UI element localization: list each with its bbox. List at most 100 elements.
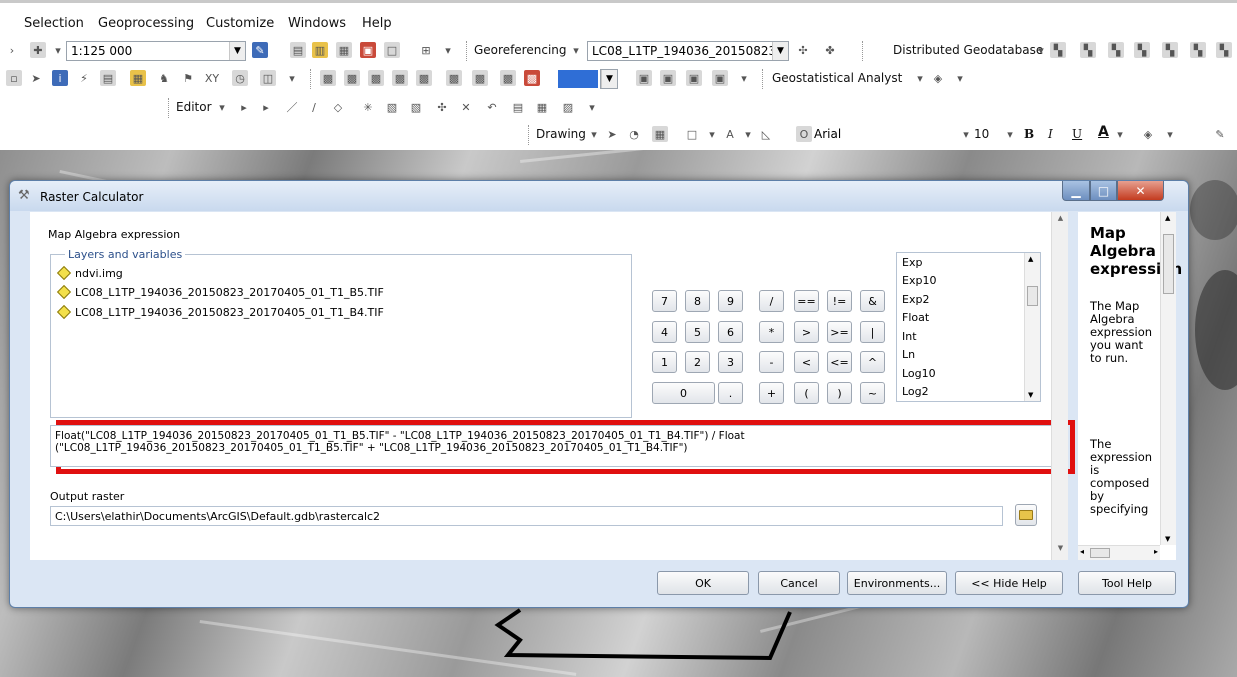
- scroll-up-icon[interactable]: ▲: [1028, 255, 1033, 263]
- select-elements-icon[interactable]: ➤: [604, 126, 620, 142]
- clear-selection-icon[interactable]: ▫: [6, 70, 22, 86]
- menu-selection[interactable]: Selection: [24, 16, 84, 31]
- help-horizontal-scrollbar[interactable]: ◂ ▸: [1078, 545, 1160, 560]
- maximize-button[interactable]: □: [1090, 181, 1117, 201]
- chevron-down-icon[interactable]: ▾: [704, 126, 720, 142]
- key-or[interactable]: |: [860, 321, 885, 343]
- parameters-scrollbar[interactable]: ▲ ▼: [1051, 212, 1068, 560]
- undo-icon[interactable]: ↶: [484, 99, 500, 115]
- flicker-icon[interactable]: ▩: [368, 70, 384, 86]
- map-algebra-expression-input[interactable]: Float("LC08_L1TP_194036_20150823_2017040…: [50, 425, 1054, 467]
- scroll-down-icon[interactable]: ▼: [1028, 391, 1033, 399]
- key-plus[interactable]: +: [759, 382, 784, 404]
- find-icon[interactable]: ♞: [156, 70, 172, 86]
- go-to-xy-icon[interactable]: XY: [204, 70, 220, 86]
- key-multiply[interactable]: *: [759, 321, 784, 343]
- layers-and-variables-list[interactable]: Layers and variables ndvi.img LC08_L1TP_…: [50, 248, 632, 418]
- function-item[interactable]: Ln: [902, 348, 915, 361]
- distributed-geodatabase-menu[interactable]: Distributed Geodatabase: [893, 43, 1043, 57]
- editor-menu[interactable]: Editor: [176, 100, 212, 114]
- zoom-whole-page-icon[interactable]: ▣: [686, 70, 702, 86]
- find-route-icon[interactable]: ⚑: [180, 70, 196, 86]
- ok-button[interactable]: OK: [657, 571, 749, 595]
- effects-icon[interactable]: ▩: [524, 70, 540, 86]
- key-greater-equal[interactable]: >=: [827, 321, 852, 343]
- geostatistical-wizard-icon[interactable]: ◈: [930, 70, 946, 86]
- chevron-down-icon[interactable]: ▾: [912, 70, 928, 86]
- transparency-icon[interactable]: ▩: [392, 70, 408, 86]
- chevron-down-icon[interactable]: ▾: [1112, 126, 1128, 142]
- font-name-combo[interactable]: Arial: [810, 125, 950, 145]
- stretch-icon[interactable]: ▩: [500, 70, 516, 86]
- toolbar-options-icon[interactable]: ▾: [584, 99, 600, 115]
- key-xor[interactable]: ^: [860, 351, 885, 373]
- select-elements-icon[interactable]: ➤: [28, 70, 44, 86]
- transparency-percent-field[interactable]: [558, 70, 598, 88]
- key-not-equal[interactable]: !=: [827, 290, 852, 312]
- catalog-icon[interactable]: ▥: [312, 42, 328, 58]
- key-open-paren[interactable]: (: [794, 382, 819, 404]
- chevron-down-icon[interactable]: ▾: [958, 126, 974, 142]
- function-item[interactable]: Int: [902, 330, 917, 343]
- function-list[interactable]: Exp Exp10 Exp2 Float Int Ln Log10 Log2 ▲…: [896, 252, 1041, 402]
- cancel-button[interactable]: Cancel: [758, 571, 840, 595]
- scrollbar-thumb[interactable]: [1027, 286, 1038, 306]
- rotate-icon[interactable]: ✣: [434, 99, 450, 115]
- underline-button[interactable]: U: [1072, 127, 1082, 141]
- rectangle-icon[interactable]: □: [684, 126, 700, 142]
- chevron-down-icon[interactable]: ▾: [1033, 42, 1049, 58]
- function-item[interactable]: Float: [902, 311, 929, 324]
- scroll-left-icon[interactable]: ◂: [1080, 547, 1084, 556]
- edit-annotation-icon[interactable]: ▸: [258, 99, 274, 115]
- cut-polygons-icon[interactable]: ▧: [384, 99, 400, 115]
- toolbar-options-icon[interactable]: ▾: [952, 70, 968, 86]
- key-8[interactable]: 8: [685, 290, 710, 312]
- time-slider-icon[interactable]: ◷: [232, 70, 248, 86]
- menu-customize[interactable]: Customize: [206, 16, 274, 31]
- function-item[interactable]: Exp2: [902, 293, 929, 306]
- measure-icon[interactable]: ▦: [130, 70, 146, 86]
- output-raster-input[interactable]: [50, 506, 1003, 526]
- edit-vertices-icon[interactable]: ◺: [758, 126, 774, 142]
- key-close-paren[interactable]: ): [827, 382, 852, 404]
- georeferencing-layer-combo[interactable]: LC08_L1TP_194036_20150823_ ▼: [587, 41, 789, 61]
- zoom-to-100-icon[interactable]: ▣: [712, 70, 728, 86]
- drawing-menu[interactable]: Drawing: [536, 127, 586, 141]
- transparency-dropdown[interactable]: ▼: [600, 69, 618, 89]
- map-scale-combo[interactable]: 1:125 000 ▼: [66, 41, 246, 61]
- key-4[interactable]: 4: [652, 321, 677, 343]
- function-item[interactable]: Log10: [902, 367, 936, 380]
- split-icon[interactable]: ▧: [408, 99, 424, 115]
- add-control-points-icon[interactable]: ✣: [795, 42, 811, 58]
- arrow-icon[interactable]: ›: [4, 42, 20, 58]
- geostatistical-analyst-menu[interactable]: Geostatistical Analyst: [772, 71, 902, 85]
- key-1[interactable]: 1: [652, 351, 677, 373]
- close-button[interactable]: ✕: [1117, 181, 1164, 201]
- chevron-down-icon[interactable]: ▾: [586, 126, 602, 142]
- layer-item[interactable]: LC08_L1TP_194036_20150823_20170405_01_T1…: [56, 284, 384, 300]
- search-window-icon[interactable]: ▦: [336, 42, 352, 58]
- toolbar-options-icon[interactable]: ▾: [736, 70, 752, 86]
- python-window-icon[interactable]: □: [384, 42, 400, 58]
- help-vertical-scrollbar[interactable]: ▲ ▼: [1160, 212, 1176, 545]
- georeferencing-menu[interactable]: Georeferencing: [474, 43, 567, 57]
- html-popup-icon[interactable]: ▤: [100, 70, 116, 86]
- key-5[interactable]: 5: [685, 321, 710, 343]
- menu-help[interactable]: Help: [362, 16, 392, 31]
- key-decimal[interactable]: .: [718, 382, 743, 404]
- delete-icon[interactable]: ✕: [458, 99, 474, 115]
- scroll-down-icon[interactable]: ▼: [1052, 544, 1069, 558]
- text-tool-icon[interactable]: A: [722, 126, 738, 142]
- compare-replica-icon[interactable]: ▚: [1190, 42, 1206, 58]
- export-changes-icon[interactable]: ▚: [1134, 42, 1150, 58]
- key-equal[interactable]: ==: [794, 290, 819, 312]
- chevron-down-icon[interactable]: ▾: [568, 42, 584, 58]
- create-replica-icon[interactable]: ▚: [1080, 42, 1096, 58]
- add-data-icon[interactable]: ✚: [30, 42, 46, 58]
- scroll-up-icon[interactable]: ▲: [1052, 214, 1069, 228]
- layer-item[interactable]: ndvi.img: [56, 265, 123, 281]
- bold-button[interactable]: B: [1024, 127, 1034, 141]
- function-item[interactable]: Exp10: [902, 274, 936, 287]
- auto-adjust-icon[interactable]: ✤: [822, 42, 838, 58]
- key-0[interactable]: 0: [652, 382, 715, 404]
